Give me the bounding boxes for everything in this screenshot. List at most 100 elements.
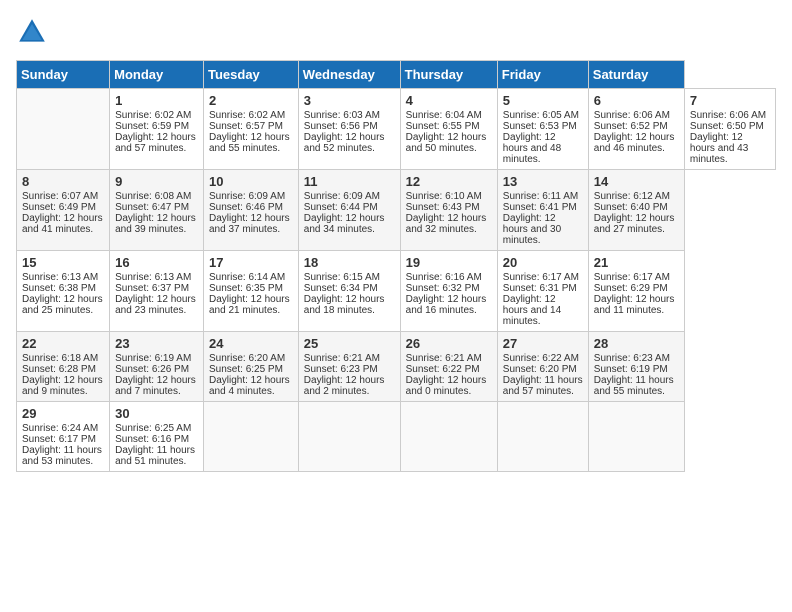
sunset: Sunset: 6:49 PM	[22, 202, 96, 213]
sunrise: Sunrise: 6:15 AM	[304, 272, 380, 283]
sunset: Sunset: 6:37 PM	[115, 283, 189, 294]
daylight: Daylight: 12 hours and 11 minutes.	[594, 294, 675, 316]
day-number: 13	[503, 174, 583, 189]
day-cell-26: 26Sunrise: 6:21 AMSunset: 6:22 PMDayligh…	[400, 332, 497, 402]
daylight: Daylight: 12 hours and 46 minutes.	[594, 132, 675, 154]
sunset: Sunset: 6:31 PM	[503, 283, 577, 294]
day-cell-4: 4 Sunrise: 6:04 AMSunset: 6:55 PMDaylight…	[400, 89, 497, 170]
daylight: Daylight: 11 hours and 51 minutes.	[115, 445, 195, 467]
empty-cell	[17, 89, 110, 170]
day-cell-30: 30 Sunrise: 6:25 AMSunset: 6:16 PMDayligh…	[110, 402, 204, 472]
daylight: Daylight: 12 hours and 0 minutes.	[406, 375, 487, 397]
sunrise: Sunrise: 6:17 AM	[594, 272, 670, 283]
day-cell-14: 14Sunrise: 6:12 AMSunset: 6:40 PMDayligh…	[588, 170, 684, 251]
empty-cell	[204, 402, 299, 472]
day-cell-10: 10Sunrise: 6:09 AMSunset: 6:46 PMDayligh…	[204, 170, 299, 251]
day-cell-13: 13Sunrise: 6:11 AMSunset: 6:41 PMDayligh…	[497, 170, 588, 251]
calendar-table: SundayMondayTuesdayWednesdayThursdayFrid…	[16, 60, 776, 472]
day-number: 22	[22, 336, 104, 351]
sunrise: Sunrise: 6:02 AM	[115, 110, 191, 121]
daylight: Daylight: 12 hours and 34 minutes.	[304, 213, 385, 235]
sunrise: Sunrise: 6:06 AM	[690, 110, 766, 121]
sunrise: Sunrise: 6:18 AM	[22, 353, 98, 364]
logo	[16, 16, 52, 48]
day-number: 1	[115, 93, 198, 108]
day-number: 29	[22, 406, 104, 421]
daylight: Daylight: 12 hours and 21 minutes.	[209, 294, 290, 316]
sunset: Sunset: 6:53 PM	[503, 121, 577, 132]
daylight: Daylight: 12 hours and 48 minutes.	[503, 132, 561, 165]
daylight: Daylight: 12 hours and 39 minutes.	[115, 213, 196, 235]
sunset: Sunset: 6:20 PM	[503, 364, 577, 375]
sunrise: Sunrise: 6:21 AM	[406, 353, 482, 364]
day-cell-7: 7 Sunrise: 6:06 AMSunset: 6:50 PMDaylight…	[684, 89, 775, 170]
daylight: Daylight: 11 hours and 53 minutes.	[22, 445, 102, 467]
sunrise: Sunrise: 6:04 AM	[406, 110, 482, 121]
day-cell-15: 15Sunrise: 6:13 AMSunset: 6:38 PMDayligh…	[17, 251, 110, 332]
daylight: Daylight: 12 hours and 50 minutes.	[406, 132, 487, 154]
day-number: 3	[304, 93, 395, 108]
sunset: Sunset: 6:55 PM	[406, 121, 480, 132]
sunrise: Sunrise: 6:07 AM	[22, 191, 98, 202]
day-number: 24	[209, 336, 293, 351]
sunset: Sunset: 6:57 PM	[209, 121, 283, 132]
day-cell-5: 5 Sunrise: 6:05 AMSunset: 6:53 PMDaylight…	[497, 89, 588, 170]
sunrise: Sunrise: 6:25 AM	[115, 423, 191, 434]
day-number: 6	[594, 93, 679, 108]
day-cell-27: 27Sunrise: 6:22 AMSunset: 6:20 PMDayligh…	[497, 332, 588, 402]
day-number: 4	[406, 93, 492, 108]
calendar-header-row: SundayMondayTuesdayWednesdayThursdayFrid…	[17, 61, 776, 89]
daylight: Daylight: 12 hours and 4 minutes.	[209, 375, 290, 397]
sunrise: Sunrise: 6:12 AM	[594, 191, 670, 202]
day-cell-6: 6Sunrise: 6:06 AMSunset: 6:52 PMDaylight…	[588, 89, 684, 170]
day-cell-23: 23Sunrise: 6:19 AMSunset: 6:26 PMDayligh…	[110, 332, 204, 402]
day-cell-17: 17Sunrise: 6:14 AMSunset: 6:35 PMDayligh…	[204, 251, 299, 332]
sunset: Sunset: 6:50 PM	[690, 121, 764, 132]
sunset: Sunset: 6:59 PM	[115, 121, 189, 132]
daylight: Daylight: 12 hours and 57 minutes.	[115, 132, 196, 154]
day-number: 19	[406, 255, 492, 270]
daylight: Daylight: 12 hours and 41 minutes.	[22, 213, 103, 235]
logo-icon	[16, 16, 48, 48]
sunset: Sunset: 6:52 PM	[594, 121, 668, 132]
sunset: Sunset: 6:41 PM	[503, 202, 577, 213]
sunset: Sunset: 6:16 PM	[115, 434, 189, 445]
week-row-4: 22Sunrise: 6:18 AMSunset: 6:28 PMDayligh…	[17, 332, 776, 402]
week-row-2: 8Sunrise: 6:07 AMSunset: 6:49 PMDaylight…	[17, 170, 776, 251]
daylight: Daylight: 12 hours and 9 minutes.	[22, 375, 103, 397]
sunset: Sunset: 6:38 PM	[22, 283, 96, 294]
day-number: 18	[304, 255, 395, 270]
column-header-sunday: Sunday	[17, 61, 110, 89]
sunrise: Sunrise: 6:22 AM	[503, 353, 579, 364]
sunrise: Sunrise: 6:19 AM	[115, 353, 191, 364]
day-cell-9: 9Sunrise: 6:08 AMSunset: 6:47 PMDaylight…	[110, 170, 204, 251]
day-number: 14	[594, 174, 679, 189]
daylight: Daylight: 11 hours and 57 minutes.	[503, 375, 583, 397]
sunset: Sunset: 6:32 PM	[406, 283, 480, 294]
day-number: 7	[690, 93, 770, 108]
sunrise: Sunrise: 6:11 AM	[503, 191, 578, 202]
column-header-tuesday: Tuesday	[204, 61, 299, 89]
daylight: Daylight: 12 hours and 25 minutes.	[22, 294, 103, 316]
day-number: 10	[209, 174, 293, 189]
sunrise: Sunrise: 6:20 AM	[209, 353, 285, 364]
sunrise: Sunrise: 6:21 AM	[304, 353, 380, 364]
sunset: Sunset: 6:29 PM	[594, 283, 668, 294]
sunrise: Sunrise: 6:14 AM	[209, 272, 285, 283]
sunset: Sunset: 6:19 PM	[594, 364, 668, 375]
sunrise: Sunrise: 6:05 AM	[503, 110, 579, 121]
day-cell-18: 18Sunrise: 6:15 AMSunset: 6:34 PMDayligh…	[298, 251, 400, 332]
daylight: Daylight: 12 hours and 52 minutes.	[304, 132, 385, 154]
day-cell-24: 24 Sunrise: 6:20 AMSunset: 6:25 PMDayligh…	[204, 332, 299, 402]
day-number: 5	[503, 93, 583, 108]
sunset: Sunset: 6:25 PM	[209, 364, 283, 375]
day-cell-28: 28Sunrise: 6:23 AMSunset: 6:19 PMDayligh…	[588, 332, 684, 402]
day-number: 16	[115, 255, 198, 270]
daylight: Daylight: 12 hours and 16 minutes.	[406, 294, 487, 316]
daylight: Daylight: 12 hours and 43 minutes.	[690, 132, 748, 165]
sunrise: Sunrise: 6:08 AM	[115, 191, 191, 202]
day-cell-11: 11Sunrise: 6:09 AMSunset: 6:44 PMDayligh…	[298, 170, 400, 251]
daylight: Daylight: 12 hours and 2 minutes.	[304, 375, 385, 397]
day-number: 30	[115, 406, 198, 421]
sunset: Sunset: 6:44 PM	[304, 202, 378, 213]
